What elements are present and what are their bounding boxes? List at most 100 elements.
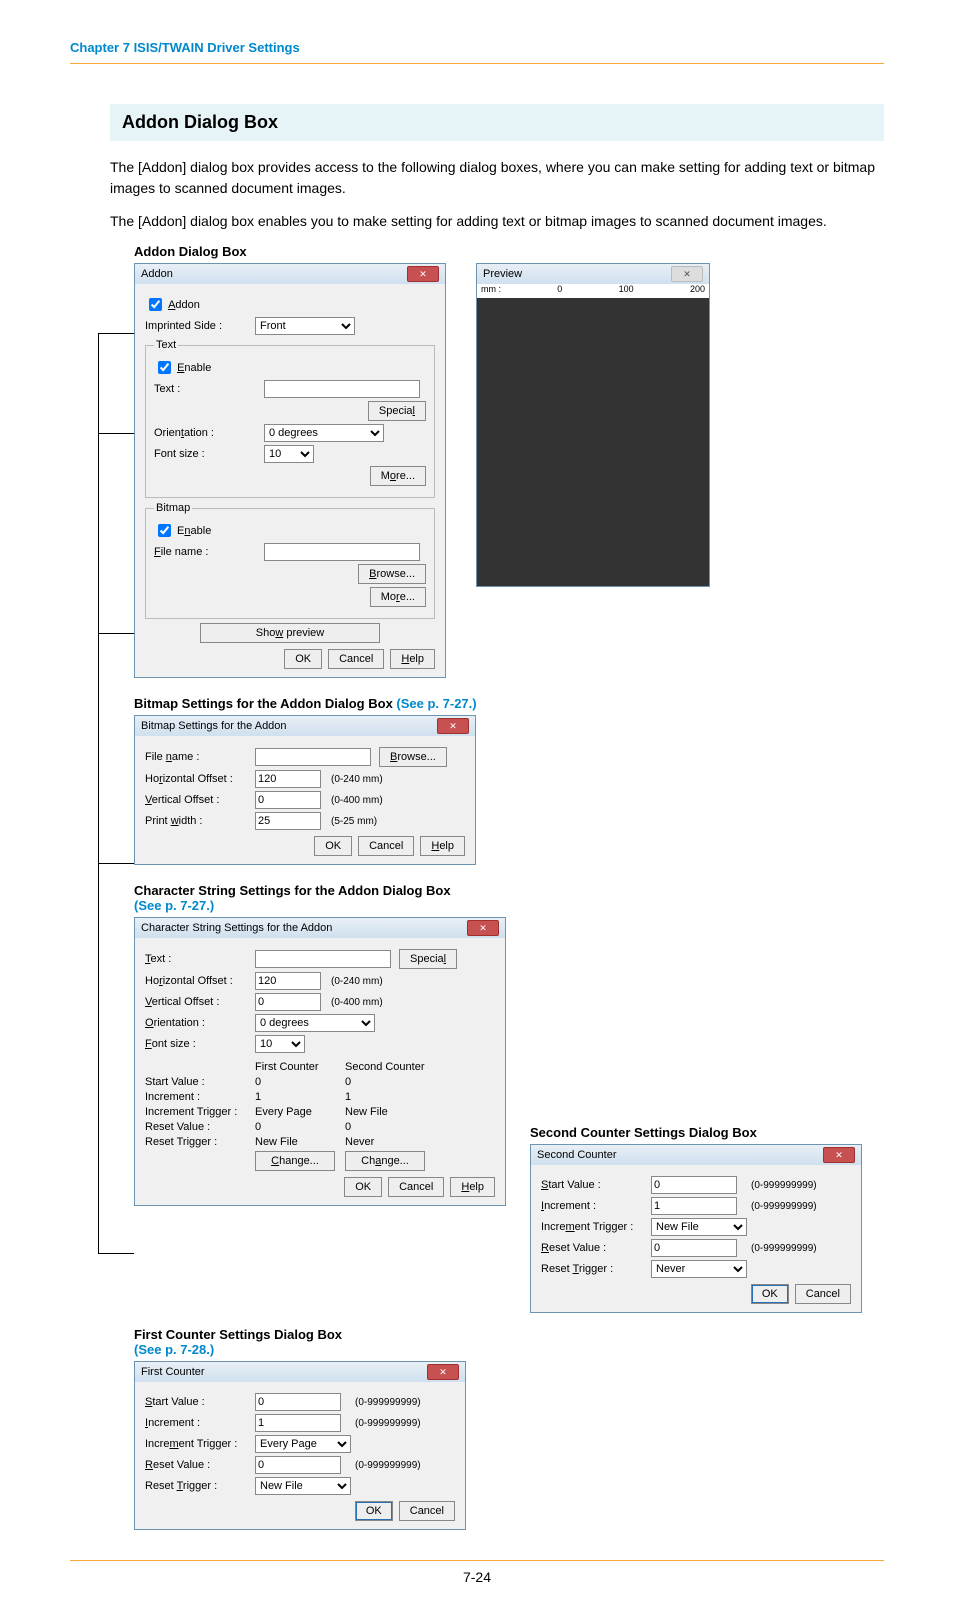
ok-button[interactable]: OK: [344, 1177, 382, 1197]
ruler-mm-label: mm :: [481, 284, 501, 298]
browse-button[interactable]: Browse...: [379, 747, 447, 767]
text-enable-label: Enable: [174, 362, 211, 374]
bitmap-legend: Bitmap: [154, 502, 192, 514]
orientation-select[interactable]: 0 degrees: [264, 424, 384, 442]
close-icon[interactable]: ✕: [427, 1364, 459, 1380]
rv2: 0: [345, 1121, 351, 1133]
dialog-title: Addon: [141, 264, 173, 284]
increment-input[interactable]: [651, 1197, 737, 1215]
ok-button[interactable]: OK: [355, 1501, 393, 1521]
figure-title: Second Counter Settings Dialog Box: [530, 1125, 862, 1140]
figure-title: Bitmap Settings for the Addon Dialog Box…: [134, 696, 884, 711]
fontsize-select[interactable]: 10: [255, 1035, 305, 1053]
printwidth-range: (5-25 mm): [331, 816, 377, 827]
bitmap-enable-checkbox[interactable]: [158, 524, 171, 537]
fontsize-select[interactable]: 10: [264, 445, 314, 463]
preview-window: Preview ✕ mm : 0 100 200: [476, 263, 710, 587]
cancel-button[interactable]: Cancel: [328, 649, 384, 669]
inctrigger-select[interactable]: Every Page: [255, 1435, 351, 1453]
range: (0-999999999): [355, 1397, 421, 1408]
orientation-label: Orientation :: [154, 427, 264, 439]
ok-button[interactable]: OK: [284, 649, 322, 669]
text-enable-checkbox[interactable]: [158, 361, 171, 374]
orientation-label: Orientation :: [145, 1017, 255, 1029]
change2-button[interactable]: Change...: [345, 1151, 425, 1171]
filename-input[interactable]: [255, 748, 371, 766]
close-icon[interactable]: ✕: [467, 920, 499, 936]
resettrigger-label: Reset Trigger :: [145, 1480, 255, 1492]
first-counter-dialog: First Counter ✕ Start Value : (0-9999999…: [134, 1361, 466, 1530]
browse-button[interactable]: Browse...: [358, 564, 426, 584]
cancel-button[interactable]: Cancel: [358, 836, 414, 856]
printwidth-input[interactable]: [255, 812, 321, 830]
resetvalue-label: Reset Value :: [145, 1459, 255, 1471]
increment-label: Increment :: [145, 1417, 255, 1429]
rt1: New File: [255, 1136, 345, 1148]
show-preview-button[interactable]: Show preview: [200, 623, 380, 643]
cancel-button[interactable]: Cancel: [399, 1501, 455, 1521]
special-button[interactable]: Special: [368, 401, 426, 421]
help-button[interactable]: Help: [450, 1177, 495, 1197]
more-button[interactable]: More...: [370, 466, 426, 486]
dialog-title: Second Counter: [537, 1145, 617, 1165]
resettrigger-select[interactable]: Never: [651, 1260, 747, 1278]
imprinted-side-select[interactable]: Front: [255, 317, 355, 335]
startvalue-input[interactable]: [651, 1176, 737, 1194]
ok-button[interactable]: OK: [751, 1284, 789, 1304]
preview-close-icon[interactable]: ✕: [671, 266, 703, 282]
filename-label: File name :: [145, 751, 255, 763]
filename-input[interactable]: [264, 543, 420, 561]
link[interactable]: (See p. 7-27.): [134, 898, 214, 913]
printwidth-label: Print width :: [145, 815, 255, 827]
text-input[interactable]: [255, 950, 391, 968]
cancel-button[interactable]: Cancel: [388, 1177, 444, 1197]
voff-label: Vertical Offset :: [145, 996, 255, 1008]
hoff-input[interactable]: [255, 770, 321, 788]
resettrigger-label: Reset Trigger :: [145, 1136, 255, 1148]
addon-dialog: Addon ✕ AAddonddon Imprinted Side : Fron…: [134, 263, 446, 678]
inctrigger-label: Increment Trigger :: [541, 1221, 651, 1233]
close-icon[interactable]: ✕: [437, 718, 469, 734]
section-title: Addon Dialog Box: [110, 104, 884, 141]
range: (0-999999999): [751, 1243, 817, 1254]
cancel-button[interactable]: Cancel: [795, 1284, 851, 1304]
close-icon[interactable]: ✕: [823, 1147, 855, 1163]
increment-label: Increment :: [145, 1091, 255, 1103]
bitmap-enable-label: Enable: [174, 525, 211, 537]
it1: Every Page: [255, 1106, 345, 1118]
increment-label: Increment :: [541, 1200, 651, 1212]
resetvalue-input[interactable]: [651, 1239, 737, 1257]
addon-checkbox[interactable]: [149, 298, 162, 311]
voff-input[interactable]: [255, 791, 321, 809]
help-button[interactable]: Help: [390, 649, 435, 669]
resetvalue-input[interactable]: [255, 1456, 341, 1474]
ok-button[interactable]: OK: [314, 836, 352, 856]
resettrigger-label: Reset Trigger :: [541, 1263, 651, 1275]
resetvalue-label: Reset Value :: [145, 1121, 255, 1133]
help-button[interactable]: Help: [420, 836, 465, 856]
resettrigger-select[interactable]: New File: [255, 1477, 351, 1495]
hoff-range: (0-240 mm): [331, 774, 383, 785]
inctrigger-select[interactable]: New File: [651, 1218, 747, 1236]
link[interactable]: (See p. 7-27.): [396, 696, 476, 711]
rv1: 0: [255, 1121, 345, 1133]
bitmap-settings-dialog: Bitmap Settings for the Addon ✕ File nam…: [134, 715, 476, 865]
range: (0-999999999): [355, 1418, 421, 1429]
ruler-tick: 200: [690, 284, 705, 298]
second-counter-dialog: Second Counter ✕ Start Value : (0-999999…: [530, 1144, 862, 1313]
page-number: 7-24: [70, 1560, 884, 1585]
close-icon[interactable]: ✕: [407, 266, 439, 282]
change1-button[interactable]: Change...: [255, 1151, 335, 1171]
hoff-input[interactable]: [255, 972, 321, 990]
increment-input[interactable]: [255, 1414, 341, 1432]
more2-button[interactable]: More...: [370, 587, 426, 607]
orientation-select[interactable]: 0 degrees: [255, 1014, 375, 1032]
text-input[interactable]: [264, 380, 420, 398]
text-legend: Text: [154, 339, 178, 351]
hoff-label: Horizontal Offset :: [145, 773, 255, 785]
preview-title: Preview: [483, 268, 522, 280]
special-button[interactable]: Special: [399, 949, 457, 969]
voff-input[interactable]: [255, 993, 321, 1011]
second-counter-header: Second Counter: [345, 1061, 425, 1073]
startvalue-input[interactable]: [255, 1393, 341, 1411]
